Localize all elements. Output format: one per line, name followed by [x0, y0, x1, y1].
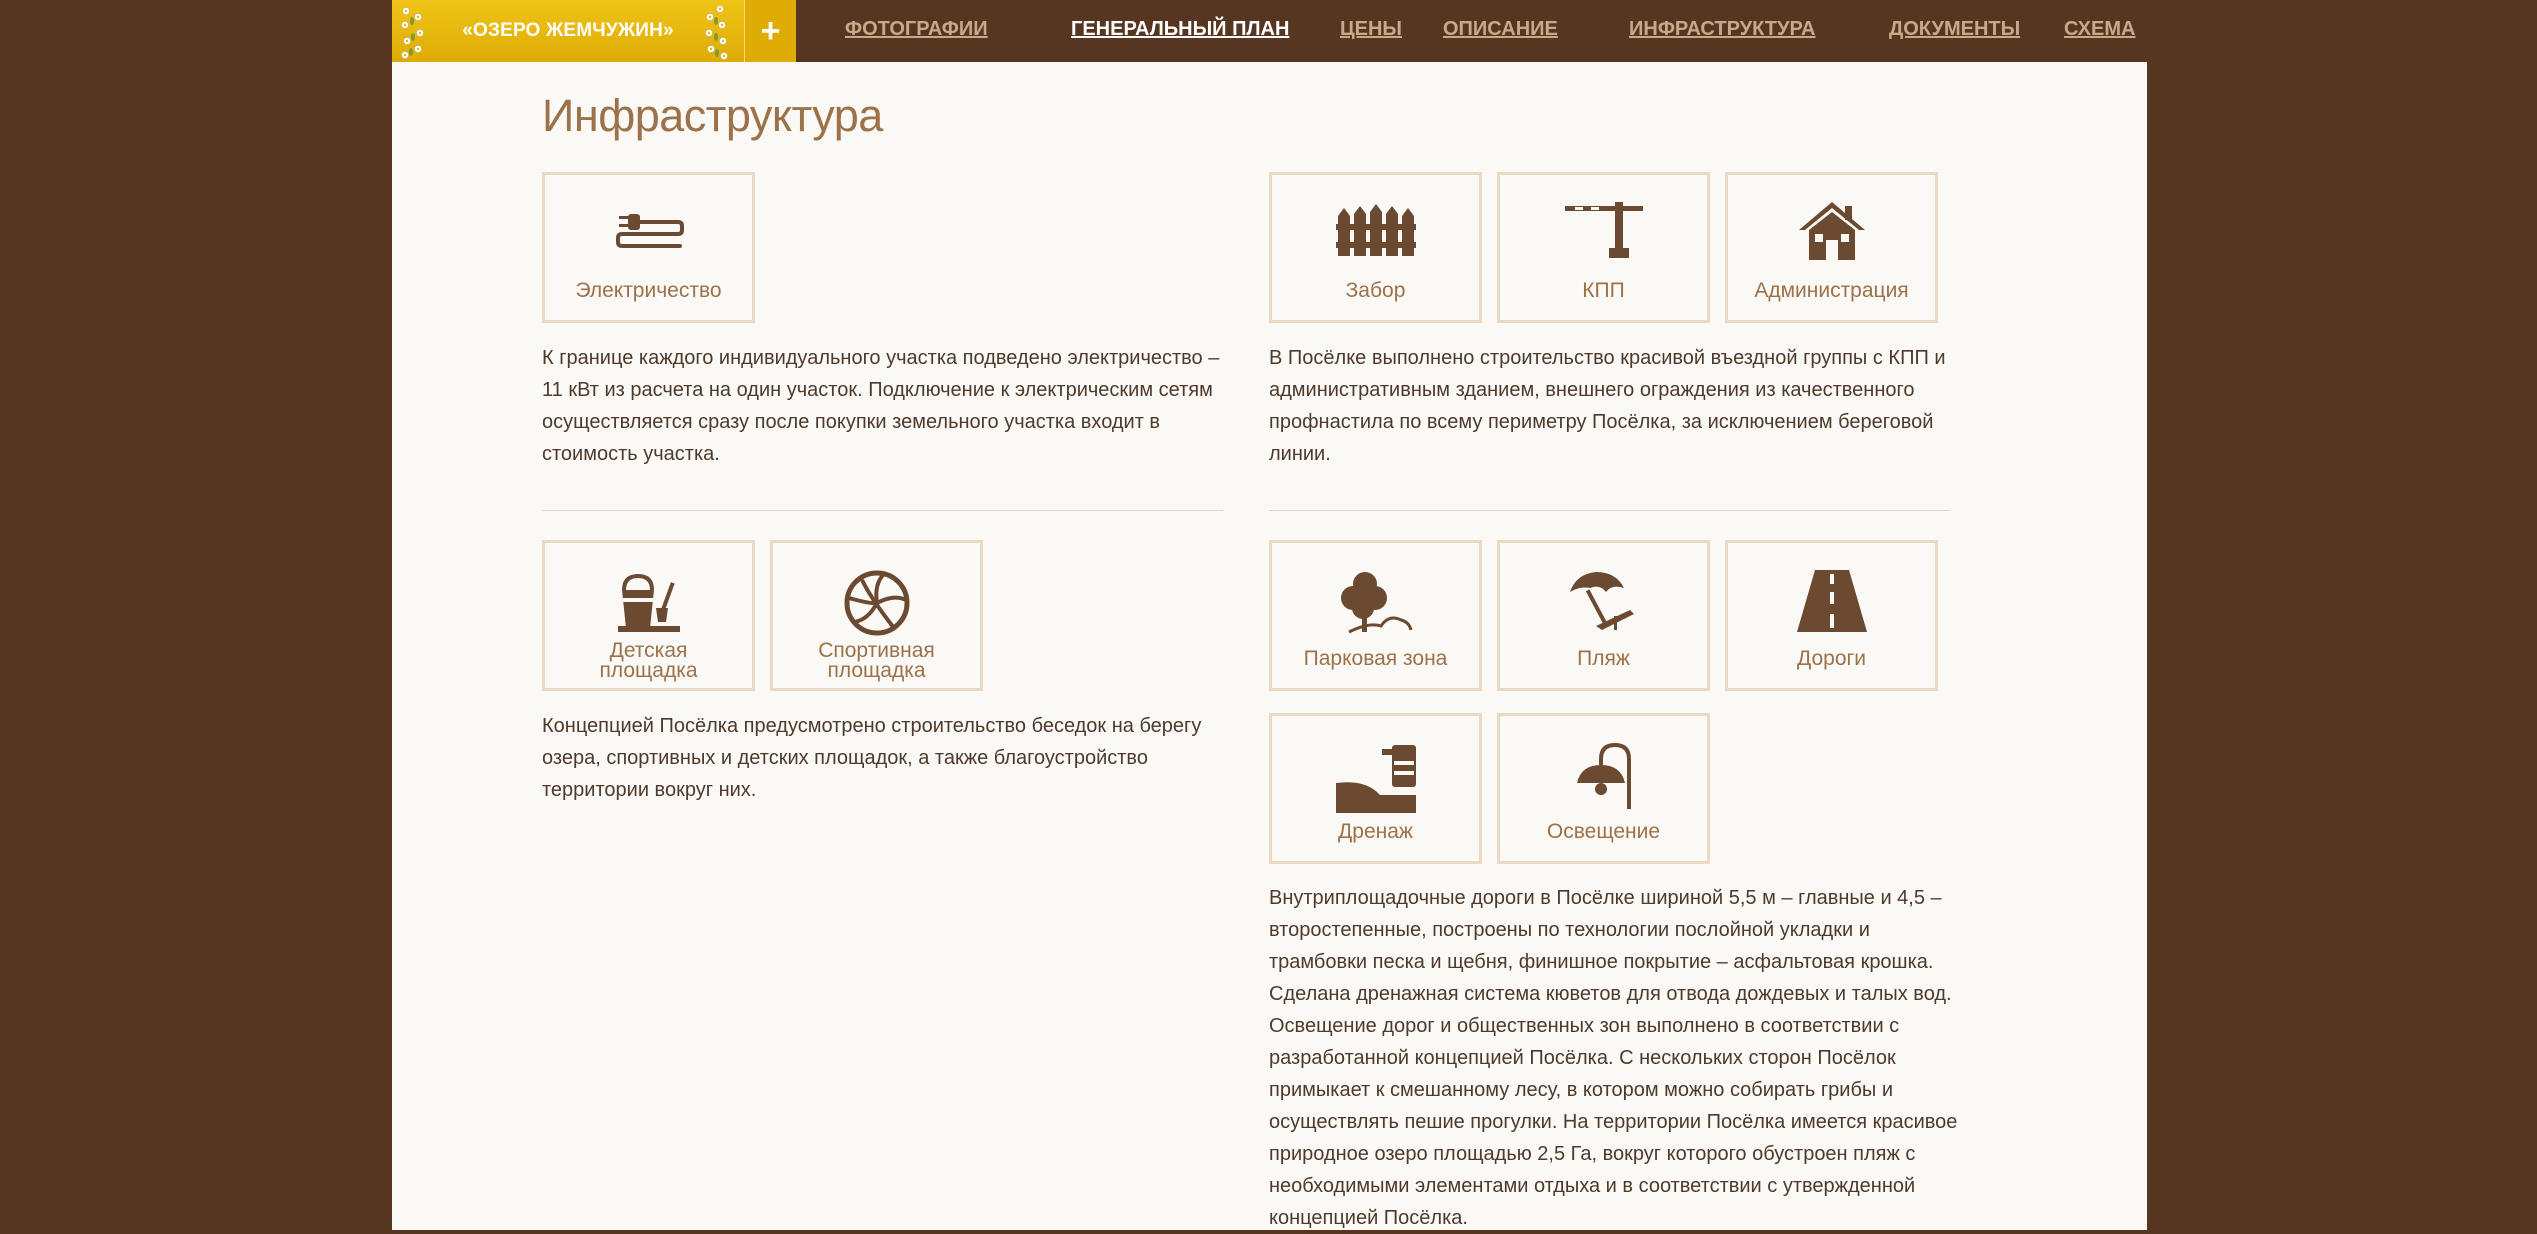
site-logo-text: «ОЗЕРО ЖЕМЧУЖИН»: [462, 20, 674, 41]
tile-park-zone[interactable]: Парковая зона: [1269, 540, 1482, 691]
tile-label-line: площадка: [827, 659, 926, 682]
page-title: Инфраструктура: [542, 90, 883, 141]
nav-item-documents[interactable]: ДОКУМЕНТЫ: [1889, 18, 2020, 41]
tile-beach[interactable]: Пляж: [1497, 540, 1710, 691]
tile-label: Спортивная площадка: [773, 639, 980, 682]
tile-electricity[interactable]: Электричество: [542, 172, 755, 323]
tile-administration[interactable]: Администрация: [1725, 172, 1938, 323]
daisy-flower-icon: [705, 5, 728, 60]
top-navigation: «ОЗЕРО ЖЕМЧУЖИН» + ФОТОГРАФИИ ГЕНЕРАЛЬНЫ…: [392, 0, 2147, 62]
tile-label-line: Детская: [609, 639, 688, 662]
nav-item-prices[interactable]: ЦЕНЫ: [1340, 18, 1402, 41]
tile-checkpoint[interactable]: КПП: [1497, 172, 1710, 323]
tile-label: Электричество: [575, 279, 722, 302]
tile-label-line: площадка: [599, 659, 698, 682]
site-logo[interactable]: «ОЗЕРО ЖЕМЧУЖИН»: [392, 0, 744, 62]
beach-umbrella-icon: [1569, 572, 1634, 630]
plus-icon: +: [760, 12, 781, 50]
fence-icon: [1335, 204, 1416, 256]
entrance-description: В Посёлке выполнено строительство красив…: [1269, 347, 1946, 465]
tile-fence[interactable]: Забор: [1269, 172, 1482, 323]
tile-label: Парковая зона: [1303, 647, 1448, 670]
tile-label: КПП: [1582, 279, 1625, 302]
drainage-icon: [1335, 745, 1416, 813]
tile-children-playground[interactable]: Детская площадка: [542, 540, 755, 691]
tile-label-line: Спортивная: [818, 639, 935, 662]
sandbox-bucket-icon: [617, 574, 680, 632]
road-icon: [1796, 570, 1867, 632]
section-divider: [1269, 510, 1950, 511]
nav-item-photos[interactable]: ФОТОГРАФИИ: [845, 18, 988, 41]
tile-lighting[interactable]: Освещение: [1497, 713, 1710, 864]
nav-item-master-plan[interactable]: ГЕНЕРАЛЬНЫЙ ПЛАН: [1071, 18, 1289, 41]
nav-item-description[interactable]: ОПИСАНИЕ: [1443, 18, 1558, 41]
expand-menu-button[interactable]: +: [744, 0, 796, 62]
playgrounds-description: Концепцией Посёлка предусмотрено строите…: [542, 715, 1202, 801]
house-icon: [1798, 202, 1865, 260]
tile-label: Администрация: [1754, 279, 1909, 302]
volleyball-icon: [844, 570, 909, 636]
main-content: Инфраструктура Электричество К границе к…: [392, 62, 2147, 1230]
daisy-flower-icon: [401, 7, 424, 59]
tile-sports-ground[interactable]: Спортивная площадка: [770, 540, 983, 691]
tile-label: Освещение: [1546, 820, 1661, 843]
tile-label: Детская площадка: [545, 639, 752, 682]
electricity-description: К границе каждого индивидуального участк…: [542, 347, 1220, 465]
tree-icon: [1340, 572, 1412, 634]
tile-drainage[interactable]: Дренаж: [1269, 713, 1482, 864]
tile-label: Забор: [1345, 279, 1406, 302]
territory-description: Внутриплощадочные дороги в Посёлке ширин…: [1269, 887, 1958, 1229]
nav-item-scheme[interactable]: СХЕМА: [2064, 18, 2135, 41]
tile-roads[interactable]: Дороги: [1725, 540, 1938, 691]
tile-label: Дренаж: [1338, 820, 1413, 843]
street-lamp-icon: [1576, 743, 1631, 809]
plug-icon: [615, 214, 684, 248]
barrier-icon: [1564, 202, 1643, 258]
tile-label: Дороги: [1797, 647, 1866, 670]
section-divider: [542, 510, 1223, 511]
tile-label: Пляж: [1577, 647, 1630, 670]
nav-item-infrastructure[interactable]: ИНФРАСТРУКТУРА: [1629, 18, 1815, 41]
